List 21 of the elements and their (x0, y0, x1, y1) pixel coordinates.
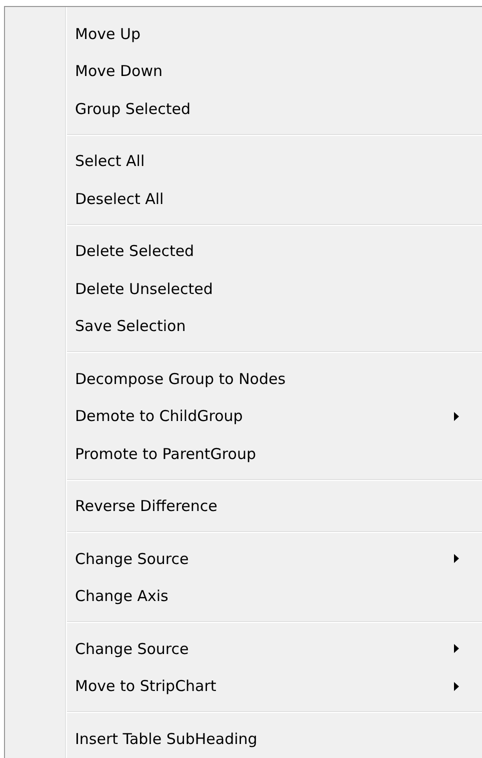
menu-item[interactable]: Move Down (5, 52, 482, 90)
submenu-arrow-icon (454, 682, 459, 690)
menu-item[interactable]: Change Source (5, 630, 482, 668)
menu-item[interactable]: Group Selected (5, 90, 482, 128)
menu-item[interactable]: Change Source (5, 540, 482, 578)
menu-item[interactable]: Move to StripChart (5, 668, 482, 705)
menu-item[interactable]: Select All (5, 142, 482, 180)
menu-item[interactable]: Move Up (5, 15, 482, 52)
menu-item[interactable]: Promote to ParentGroup (5, 435, 482, 472)
menu-item[interactable]: Insert Table SubHeading (5, 720, 482, 758)
menu-item[interactable]: Reverse Difference (5, 488, 482, 525)
menu-item[interactable]: Delete Unselected (5, 270, 482, 308)
menu-item[interactable]: Change Axis (5, 578, 482, 615)
menu-item[interactable]: Decompose Group to Nodes (5, 360, 482, 398)
menu-item[interactable]: Demote to ChildGroup (5, 398, 482, 435)
submenu-arrow-icon (454, 644, 459, 653)
menu-item[interactable]: Save Selection (5, 308, 482, 345)
submenu-arrow-icon (454, 554, 459, 563)
menu-item[interactable]: Deselect All (5, 180, 482, 218)
menu-item[interactable]: Delete Selected (5, 232, 482, 270)
submenu-arrow-icon (454, 412, 459, 420)
